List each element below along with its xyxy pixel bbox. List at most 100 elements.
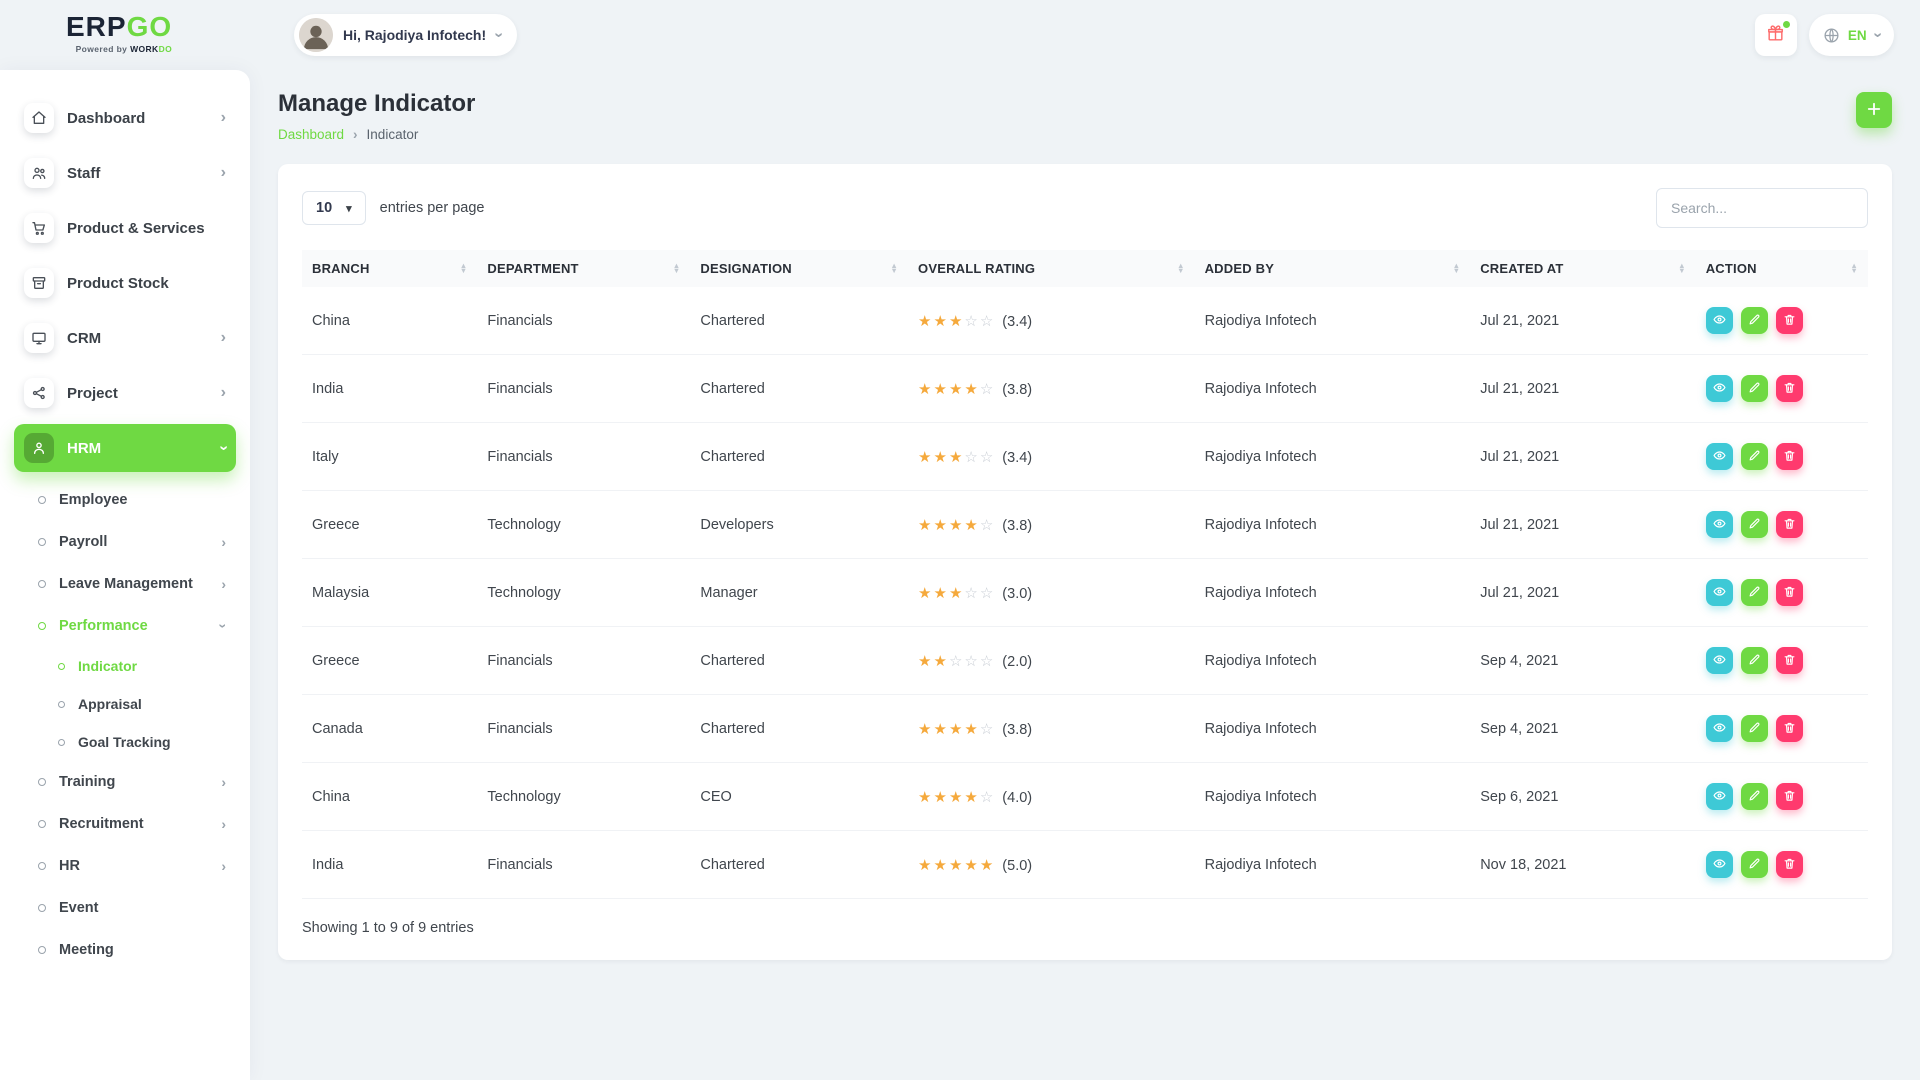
view-button[interactable] [1706, 307, 1733, 334]
edit-button[interactable] [1741, 647, 1768, 674]
delete-button[interactable] [1776, 783, 1803, 810]
view-button[interactable] [1706, 715, 1733, 742]
view-button[interactable] [1706, 851, 1733, 878]
sidebar-item-event[interactable]: Event [14, 887, 236, 929]
chevron-right-icon: › [221, 534, 226, 550]
gift-button[interactable] [1755, 14, 1797, 56]
star-icon: ★ [949, 721, 964, 738]
sidebar-item-hrm[interactable]: HRM › [14, 424, 236, 472]
cell-created-at: Jul 21, 2021 [1470, 355, 1696, 423]
monitor-icon [24, 323, 54, 353]
sidebar-item-appraisal[interactable]: Appraisal [14, 685, 236, 723]
star-icon: ★ [964, 721, 979, 738]
trash-icon [1783, 721, 1796, 737]
bullet-icon [38, 778, 46, 786]
delete-button[interactable] [1776, 307, 1803, 334]
sidebar-item-dashboard[interactable]: Dashboard › [14, 94, 236, 142]
edit-button[interactable] [1741, 783, 1768, 810]
rating-stars: ★★★★☆ [918, 381, 995, 398]
table-row: India Financials Chartered ★★★★☆(3.8) Ra… [302, 355, 1868, 423]
cell-branch: Greece [302, 627, 477, 695]
star-icon: ☆ [980, 653, 995, 670]
view-button[interactable] [1706, 579, 1733, 606]
sidebar-item-goal-tracking[interactable]: Goal Tracking [14, 723, 236, 761]
sidebar-item-leave-management[interactable]: Leave Management › [14, 563, 236, 605]
language-selector[interactable]: EN › [1809, 14, 1894, 56]
table-row: Malaysia Technology Manager ★★★☆☆(3.0) R… [302, 559, 1868, 627]
breadcrumb-dashboard-link[interactable]: Dashboard [278, 127, 344, 142]
sidebar-item-meeting[interactable]: Meeting [14, 929, 236, 971]
sidebar-item-project[interactable]: Project › [14, 369, 236, 417]
column-header-designation[interactable]: DESIGNATION▲▼ [690, 250, 908, 287]
sidebar-item-training[interactable]: Training › [14, 761, 236, 803]
sidebar-item-recruitment[interactable]: Recruitment › [14, 803, 236, 845]
sidebar-item-employee[interactable]: Employee [14, 479, 236, 521]
rating-value: (3.8) [1002, 518, 1032, 534]
column-header-department[interactable]: DEPARTMENT▲▼ [477, 250, 690, 287]
erpgo-logo[interactable]: ERPGO Powered by WORKDO [66, 13, 172, 54]
edit-button[interactable] [1741, 307, 1768, 334]
column-header-created-at[interactable]: CREATED AT▲▼ [1470, 250, 1696, 287]
add-indicator-button[interactable] [1856, 92, 1892, 128]
column-header-overall-rating[interactable]: OVERALL RATING▲▼ [908, 250, 1195, 287]
star-icon: ★ [949, 313, 964, 330]
pencil-icon [1748, 313, 1761, 329]
star-icon: ★ [964, 857, 979, 874]
view-button[interactable] [1706, 375, 1733, 402]
trash-icon [1783, 381, 1796, 397]
cell-created-at: Sep 4, 2021 [1470, 695, 1696, 763]
chevron-down-icon: › [1868, 32, 1886, 37]
star-icon: ★ [933, 585, 948, 602]
view-button[interactable] [1706, 443, 1733, 470]
column-header-added-by[interactable]: ADDED BY▲▼ [1195, 250, 1471, 287]
edit-button[interactable] [1741, 375, 1768, 402]
edit-button[interactable] [1741, 511, 1768, 538]
star-icon: ★ [918, 449, 933, 466]
delete-button[interactable] [1776, 511, 1803, 538]
chevron-down-icon: › [214, 445, 232, 450]
cell-added-by: Rajodiya Infotech [1195, 423, 1471, 491]
edit-button[interactable] [1741, 443, 1768, 470]
delete-button[interactable] [1776, 443, 1803, 470]
view-button[interactable] [1706, 783, 1733, 810]
view-button[interactable] [1706, 647, 1733, 674]
edit-button[interactable] [1741, 715, 1768, 742]
user-menu[interactable]: Hi, Rajodiya Infotech! › [294, 14, 517, 56]
star-icon: ★ [980, 857, 995, 874]
delete-button[interactable] [1776, 851, 1803, 878]
sidebar-item-product-stock[interactable]: Product Stock [14, 259, 236, 307]
delete-button[interactable] [1776, 647, 1803, 674]
edit-button[interactable] [1741, 579, 1768, 606]
sidebar-item-product-services[interactable]: Product & Services [14, 204, 236, 252]
search-input[interactable] [1656, 188, 1868, 228]
topbar-actions: EN › [1755, 14, 1894, 56]
star-icon: ★ [949, 585, 964, 602]
chevron-right-icon: › [221, 109, 226, 127]
sidebar-item-crm[interactable]: CRM › [14, 314, 236, 362]
sidebar-item-indicator[interactable]: Indicator [14, 647, 236, 685]
cell-added-by: Rajodiya Infotech [1195, 355, 1471, 423]
rating-stars: ★★★★☆ [918, 789, 995, 806]
view-button[interactable] [1706, 511, 1733, 538]
cell-created-at: Jul 21, 2021 [1470, 423, 1696, 491]
cell-designation: Chartered [690, 627, 908, 695]
delete-button[interactable] [1776, 375, 1803, 402]
sidebar-item-staff[interactable]: Staff › [14, 149, 236, 197]
sidebar-item-payroll[interactable]: Payroll › [14, 521, 236, 563]
rating-value: (2.0) [1002, 654, 1032, 670]
chevron-down-icon: › [216, 624, 232, 629]
entries-per-page-select[interactable]: 10 ▾ [302, 191, 366, 225]
edit-button[interactable] [1741, 851, 1768, 878]
pencil-icon [1748, 653, 1761, 669]
star-icon: ☆ [964, 313, 979, 330]
column-header-branch[interactable]: BRANCH▲▼ [302, 250, 477, 287]
indicator-table-card: 10 ▾ entries per page BRANCH▲▼ DEPARTMEN… [278, 164, 1892, 960]
logo-text: ERPGO [66, 13, 172, 41]
delete-button[interactable] [1776, 715, 1803, 742]
sidebar-item-performance[interactable]: Performance › [14, 605, 236, 647]
rating-value: (5.0) [1002, 858, 1032, 874]
delete-button[interactable] [1776, 579, 1803, 606]
rating-value: (3.8) [1002, 722, 1032, 738]
sidebar-item-hr[interactable]: HR › [14, 845, 236, 887]
sidebar-subitem-label: Event [59, 900, 226, 916]
